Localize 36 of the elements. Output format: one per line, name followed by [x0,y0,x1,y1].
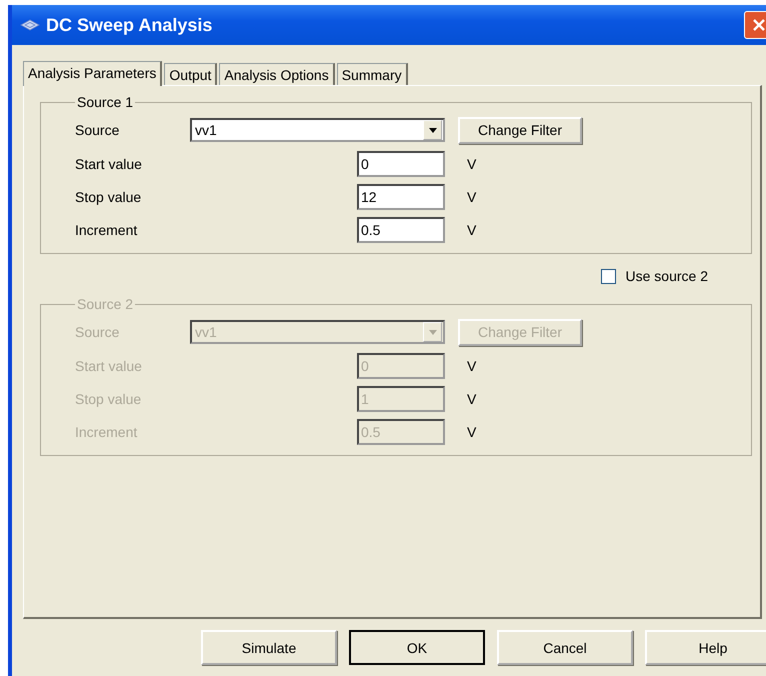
group-title: Source 1 [76,94,134,110]
dialog-button[interactable]: Simulate [201,630,337,665]
close-icon [752,18,766,32]
field-label: Increment [75,222,138,238]
tab[interactable]: Analysis Options [219,63,335,85]
unit-label: V [467,222,476,238]
field-label: Start value [75,358,143,374]
value-field[interactable]: 0.5 [357,216,445,242]
change-filter-button[interactable]: Change Filter [458,116,582,144]
field-label: Source [75,122,120,138]
field-label: Source [75,324,120,340]
dialog-button[interactable]: Help [645,630,766,665]
dialog-button[interactable]: Cancel [497,630,633,665]
field-label: Increment [75,424,138,440]
source-dropdown[interactable]: vv1 [190,118,445,142]
unit-label: V [467,188,476,204]
field-label: Start value [75,156,143,172]
tab[interactable]: Summary [336,63,408,85]
unit-label: V [467,424,476,440]
caret-icon [428,128,436,132]
use-source-checkbox[interactable]: Use source 2 [600,268,708,284]
unit-label: V [467,156,476,172]
unit-label: V [467,390,476,406]
tab[interactable]: Analysis Parameters [23,61,162,86]
group-title: Source 2 [76,296,134,312]
dialog-button[interactable]: OK [349,630,485,665]
app-icon [20,19,40,31]
field-label: Stop value [75,390,142,406]
window-title: DC Sweep Analysis [46,14,212,36]
close-button[interactable] [744,11,766,39]
caret-icon [428,330,436,334]
field-label: Stop value [75,188,142,204]
value-field[interactable]: 0 [357,150,445,176]
value-field[interactable]: 12 [357,184,445,210]
unit-label: V [467,358,476,374]
tab[interactable]: Output [164,63,218,85]
